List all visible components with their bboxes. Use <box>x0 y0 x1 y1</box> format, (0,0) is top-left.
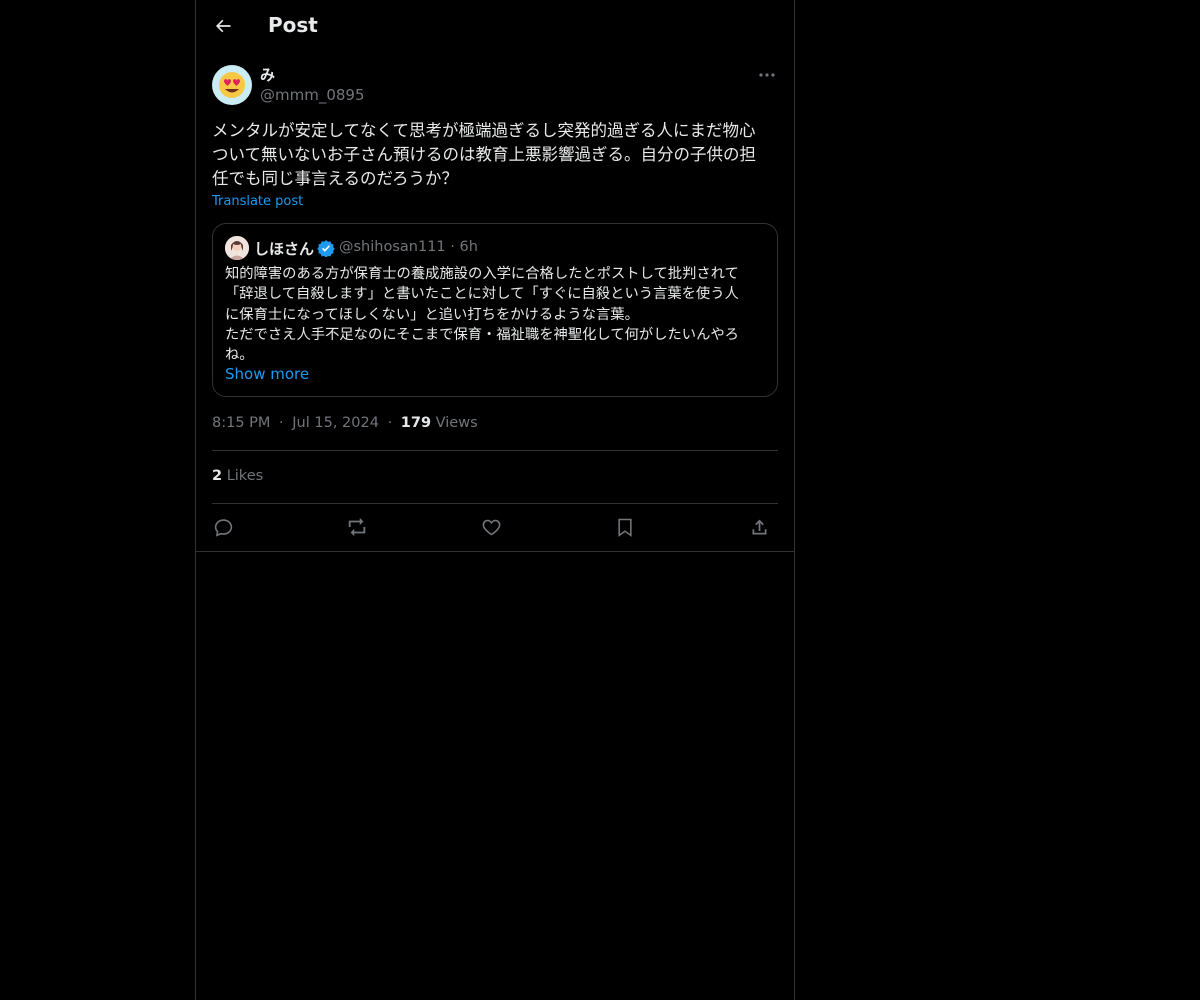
post-text: メンタルが安定してなくて思考が極端過ぎるし突発的過ぎる人にまだ物心 ついて無いな… <box>212 121 757 188</box>
repost-icon <box>348 517 366 537</box>
share-button[interactable] <box>742 510 776 544</box>
back-button[interactable] <box>208 11 238 41</box>
quoted-post[interactable]: しほさん @shihosan111 · 6h 知的障害のある方が保育士の養成施設… <box>212 223 778 397</box>
repost-button[interactable] <box>340 510 374 544</box>
show-more-link[interactable]: Show more <box>225 365 309 383</box>
quote-handle: @shihosan111 <box>339 239 446 255</box>
more-options-button[interactable] <box>756 66 778 84</box>
meta-separator: · <box>387 415 393 431</box>
more-dots-icon <box>759 73 775 77</box>
meta-separator: · <box>279 415 284 431</box>
quote-text: 知的障害のある方が保育士の養成施設の入学に合格したとポストして批判されて 「辞退… <box>225 266 739 364</box>
views-count: 179 <box>400 415 432 431</box>
likes-label: Likes <box>226 468 264 484</box>
reply-button[interactable] <box>206 510 240 544</box>
divider <box>196 551 794 552</box>
main-column: Post み @mmm_0895 メンタルが安定してなくて思考が極端過ぎるし突発… <box>195 0 795 1000</box>
divider <box>212 450 778 451</box>
like-button[interactable] <box>474 510 508 544</box>
page-title: Post <box>268 13 318 37</box>
arrow-left-icon <box>216 19 231 33</box>
verified-badge-icon <box>317 239 335 258</box>
heart-icon <box>482 519 500 535</box>
quote-time: · 6h <box>450 239 478 255</box>
display-name[interactable]: み <box>260 64 275 85</box>
divider <box>212 503 778 504</box>
quote-handle-and-time: @shihosan111 · 6h <box>339 239 478 255</box>
post-date[interactable]: Jul 15, 2024 <box>292 415 379 431</box>
share-icon <box>752 519 766 534</box>
views-label: Views <box>435 415 478 431</box>
avatar[interactable] <box>212 65 252 105</box>
action-bar <box>212 510 778 544</box>
header: Post <box>196 0 794 53</box>
bookmark-button[interactable] <box>608 510 642 544</box>
person-avatar-icon <box>225 236 249 260</box>
likes-count: 2 <box>212 468 223 484</box>
bookmark-icon <box>618 518 632 537</box>
translate-post-link[interactable]: Translate post <box>212 194 303 209</box>
quote-display-name: しほさん <box>254 240 315 258</box>
heart-eyes-emoji-icon <box>219 72 245 98</box>
reply-icon <box>214 518 232 537</box>
post-meta: 8:15 PM · Jul 15, 2024 · 179 Views <box>212 415 478 431</box>
post-time[interactable]: 8:15 PM <box>212 415 270 431</box>
quote-avatar <box>225 236 249 260</box>
likes-stat[interactable]: 2 Likes <box>212 468 263 484</box>
user-handle[interactable]: @mmm_0895 <box>260 86 365 104</box>
